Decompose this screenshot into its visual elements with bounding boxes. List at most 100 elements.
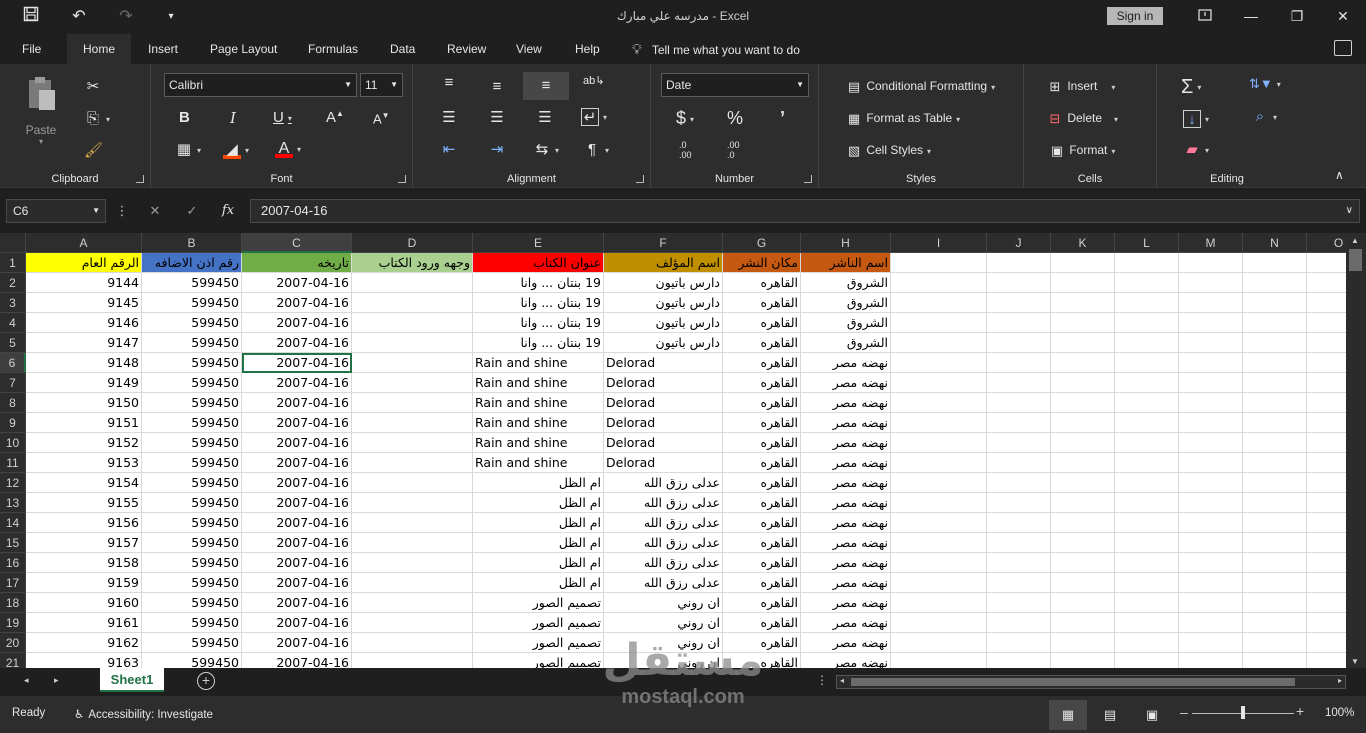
worksheet-grid[interactable]: A B C D E F G H I J K L M N O 1 الرقم العام رقم اذن الاضا…	[0, 233, 1346, 668]
cell-m9[interactable]	[1179, 413, 1243, 433]
horizontal-scrollbar[interactable]: ◂ ▸	[836, 675, 1346, 689]
row-header-14[interactable]: 14	[0, 513, 26, 533]
cell-e17[interactable]: ام الظل	[473, 573, 604, 593]
cell-c6[interactable]: 2007-04-16	[242, 353, 352, 373]
cell-c15[interactable]: 2007-04-16	[242, 533, 352, 553]
cell-n8[interactable]	[1243, 393, 1307, 413]
cell-n20[interactable]	[1243, 633, 1307, 653]
cell-k19[interactable]	[1051, 613, 1115, 633]
cell-e14[interactable]: ام الظل	[473, 513, 604, 533]
cell-m1[interactable]	[1179, 253, 1243, 273]
minimize-icon[interactable]: —	[1236, 4, 1266, 28]
cell-h2[interactable]: الشروق	[801, 273, 891, 293]
cell-m3[interactable]	[1179, 293, 1243, 313]
cell-e11[interactable]: Rain and shine	[473, 453, 604, 473]
zoom-out-icon[interactable]: –	[1180, 704, 1188, 720]
cell-c18[interactable]: 2007-04-16	[242, 593, 352, 613]
cell-k17[interactable]	[1051, 573, 1115, 593]
cell-g17[interactable]: القاهره	[723, 573, 801, 593]
cell-m8[interactable]	[1179, 393, 1243, 413]
cell-k9[interactable]	[1051, 413, 1115, 433]
row-header-13[interactable]: 13	[0, 493, 26, 513]
cell-j15[interactable]	[987, 533, 1051, 553]
restore-icon[interactable]: ❐	[1282, 4, 1312, 28]
tab-help[interactable]: Help	[563, 34, 612, 64]
column-header-g[interactable]: G	[723, 233, 801, 253]
cell-b18[interactable]: 599450	[142, 593, 242, 613]
cell-g5[interactable]: القاهره	[723, 333, 801, 353]
cell-d4[interactable]	[352, 313, 473, 333]
cell-g6[interactable]: القاهره	[723, 353, 801, 373]
cell-d7[interactable]	[352, 373, 473, 393]
cell-i19[interactable]	[891, 613, 987, 633]
cell-l9[interactable]	[1115, 413, 1179, 433]
cell-g2[interactable]: القاهره	[723, 273, 801, 293]
increase-decimal-button[interactable]: .0 .00	[679, 140, 692, 160]
cell-j7[interactable]	[987, 373, 1051, 393]
cell-g20[interactable]: القاهره	[723, 633, 801, 653]
sign-in-button[interactable]: Sign in	[1107, 7, 1163, 25]
cell-m13[interactable]	[1179, 493, 1243, 513]
cell-b19[interactable]: 599450	[142, 613, 242, 633]
cell-l4[interactable]	[1115, 313, 1179, 333]
cell-m6[interactable]	[1179, 353, 1243, 373]
cell-b6[interactable]: 599450	[142, 353, 242, 373]
cell-k21[interactable]	[1051, 653, 1115, 668]
cell-l18[interactable]	[1115, 593, 1179, 613]
row-header-20[interactable]: 20	[0, 633, 26, 653]
cell-j6[interactable]	[987, 353, 1051, 373]
clipboard-launcher-icon[interactable]	[136, 175, 144, 183]
cell-i18[interactable]	[891, 593, 987, 613]
cell-e3[interactable]: 19 بنتان ... وانا	[473, 293, 604, 313]
cell-f15[interactable]: عدلى رزق الله	[604, 533, 723, 553]
insert-cells-button[interactable]: ⊞ Insert ▾	[1046, 78, 1116, 96]
cell-e12[interactable]: ام الظل	[473, 473, 604, 493]
cell-a4[interactable]: 9146	[26, 313, 142, 333]
cell-c16[interactable]: 2007-04-16	[242, 553, 352, 573]
cell-n9[interactable]	[1243, 413, 1307, 433]
copy-button[interactable]: ⎘ ▾	[84, 110, 110, 128]
column-header-a[interactable]: A	[26, 233, 142, 253]
cell-g4[interactable]: القاهره	[723, 313, 801, 333]
cell-b1[interactable]: رقم اذن الاضافه	[142, 253, 242, 273]
cell-a18[interactable]: 9160	[26, 593, 142, 613]
cell-a19[interactable]: 9161	[26, 613, 142, 633]
cell-o3[interactable]	[1307, 293, 1346, 313]
cell-e13[interactable]: ام الظل	[473, 493, 604, 513]
alignment-launcher-icon[interactable]	[636, 175, 644, 183]
tab-view[interactable]: View	[504, 34, 554, 64]
cell-o6[interactable]	[1307, 353, 1346, 373]
cell-o8[interactable]	[1307, 393, 1346, 413]
cell-n10[interactable]	[1243, 433, 1307, 453]
column-header-d[interactable]: D	[352, 233, 473, 253]
row-header-19[interactable]: 19	[0, 613, 26, 633]
font-launcher-icon[interactable]	[398, 175, 406, 183]
cell-e8[interactable]: Rain and shine	[473, 393, 604, 413]
cell-g18[interactable]: القاهره	[723, 593, 801, 613]
comma-style-button[interactable]: ’	[780, 108, 785, 129]
cell-l14[interactable]	[1115, 513, 1179, 533]
cell-h16[interactable]: نهضه مصر	[801, 553, 891, 573]
cell-o1[interactable]	[1307, 253, 1346, 273]
row-header-2[interactable]: 2	[0, 273, 26, 293]
cell-i20[interactable]	[891, 633, 987, 653]
cell-o7[interactable]	[1307, 373, 1346, 393]
cell-g3[interactable]: القاهره	[723, 293, 801, 313]
cell-g14[interactable]: القاهره	[723, 513, 801, 533]
cell-b14[interactable]: 599450	[142, 513, 242, 533]
cell-o20[interactable]	[1307, 633, 1346, 653]
cell-e4[interactable]: 19 بنتان ... وانا	[473, 313, 604, 333]
cell-l1[interactable]	[1115, 253, 1179, 273]
cell-h17[interactable]: نهضه مصر	[801, 573, 891, 593]
cell-k11[interactable]	[1051, 453, 1115, 473]
tab-insert[interactable]: Insert	[136, 34, 190, 64]
cell-f4[interactable]: دارس باتيون	[604, 313, 723, 333]
cell-o10[interactable]	[1307, 433, 1346, 453]
cell-k12[interactable]	[1051, 473, 1115, 493]
tab-file[interactable]: File	[10, 34, 53, 64]
column-header-e[interactable]: E	[473, 233, 604, 253]
cell-j8[interactable]	[987, 393, 1051, 413]
new-sheet-icon[interactable]: +	[197, 672, 215, 690]
middle-align-button[interactable]: ≡	[488, 78, 506, 96]
cell-d17[interactable]	[352, 573, 473, 593]
